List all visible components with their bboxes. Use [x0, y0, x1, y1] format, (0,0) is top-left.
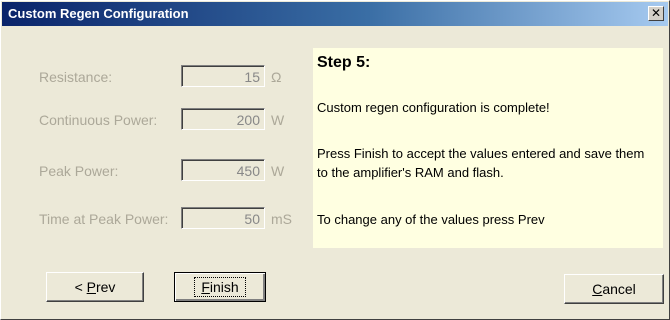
prev-button[interactable]: < Prev [46, 272, 144, 302]
resistance-label: Resistance: [39, 69, 113, 85]
peak-power-input[interactable] [181, 159, 265, 181]
finish-accelerator: F [201, 279, 210, 295]
close-icon: ✕ [650, 6, 662, 20]
custom-regen-dialog: Custom Regen Configuration ✕ Resistance:… [0, 0, 670, 320]
continuous-power-input[interactable] [181, 108, 265, 130]
cancel-accelerator: C [592, 281, 603, 297]
finish-button-label: Finish [194, 277, 246, 297]
finish-label-rest: inish [209, 279, 239, 295]
cancel-label-rest: ancel [602, 281, 636, 297]
window-title: Custom Regen Configuration [8, 6, 189, 21]
prev-instructions: To change any of the values press Prev [317, 212, 545, 227]
prev-prefix: < [74, 279, 87, 295]
continuous-power-unit: W [271, 112, 285, 128]
prev-label-rest: rev [95, 279, 116, 295]
finish-instructions: Press Finish to accept the values entere… [317, 146, 645, 180]
resistance-input[interactable] [181, 65, 265, 87]
cancel-button-label: Cancel [592, 281, 636, 297]
time-at-peak-power-input[interactable] [181, 207, 265, 229]
completion-message: Custom regen configuration is complete! [317, 100, 550, 115]
step-title: Step 5: [317, 54, 371, 71]
resistance-unit: Ω [271, 69, 282, 85]
continuous-power-label: Continuous Power: [39, 112, 158, 128]
close-button[interactable]: ✕ [648, 6, 664, 21]
peak-power-label: Peak Power: [39, 163, 119, 179]
title-bar[interactable]: Custom Regen Configuration ✕ [2, 2, 668, 26]
prev-button-label: < Prev [75, 279, 116, 295]
prev-accelerator: P [86, 279, 96, 295]
cancel-button[interactable]: Cancel [564, 274, 664, 304]
finish-button[interactable]: Finish [174, 272, 266, 302]
step-info-panel: Step 5: Custom regen configuration is co… [313, 48, 663, 248]
time-at-peak-power-unit: mS [271, 211, 292, 227]
time-at-peak-power-label: Time at Peak Power: [39, 211, 169, 227]
peak-power-unit: W [271, 163, 285, 179]
